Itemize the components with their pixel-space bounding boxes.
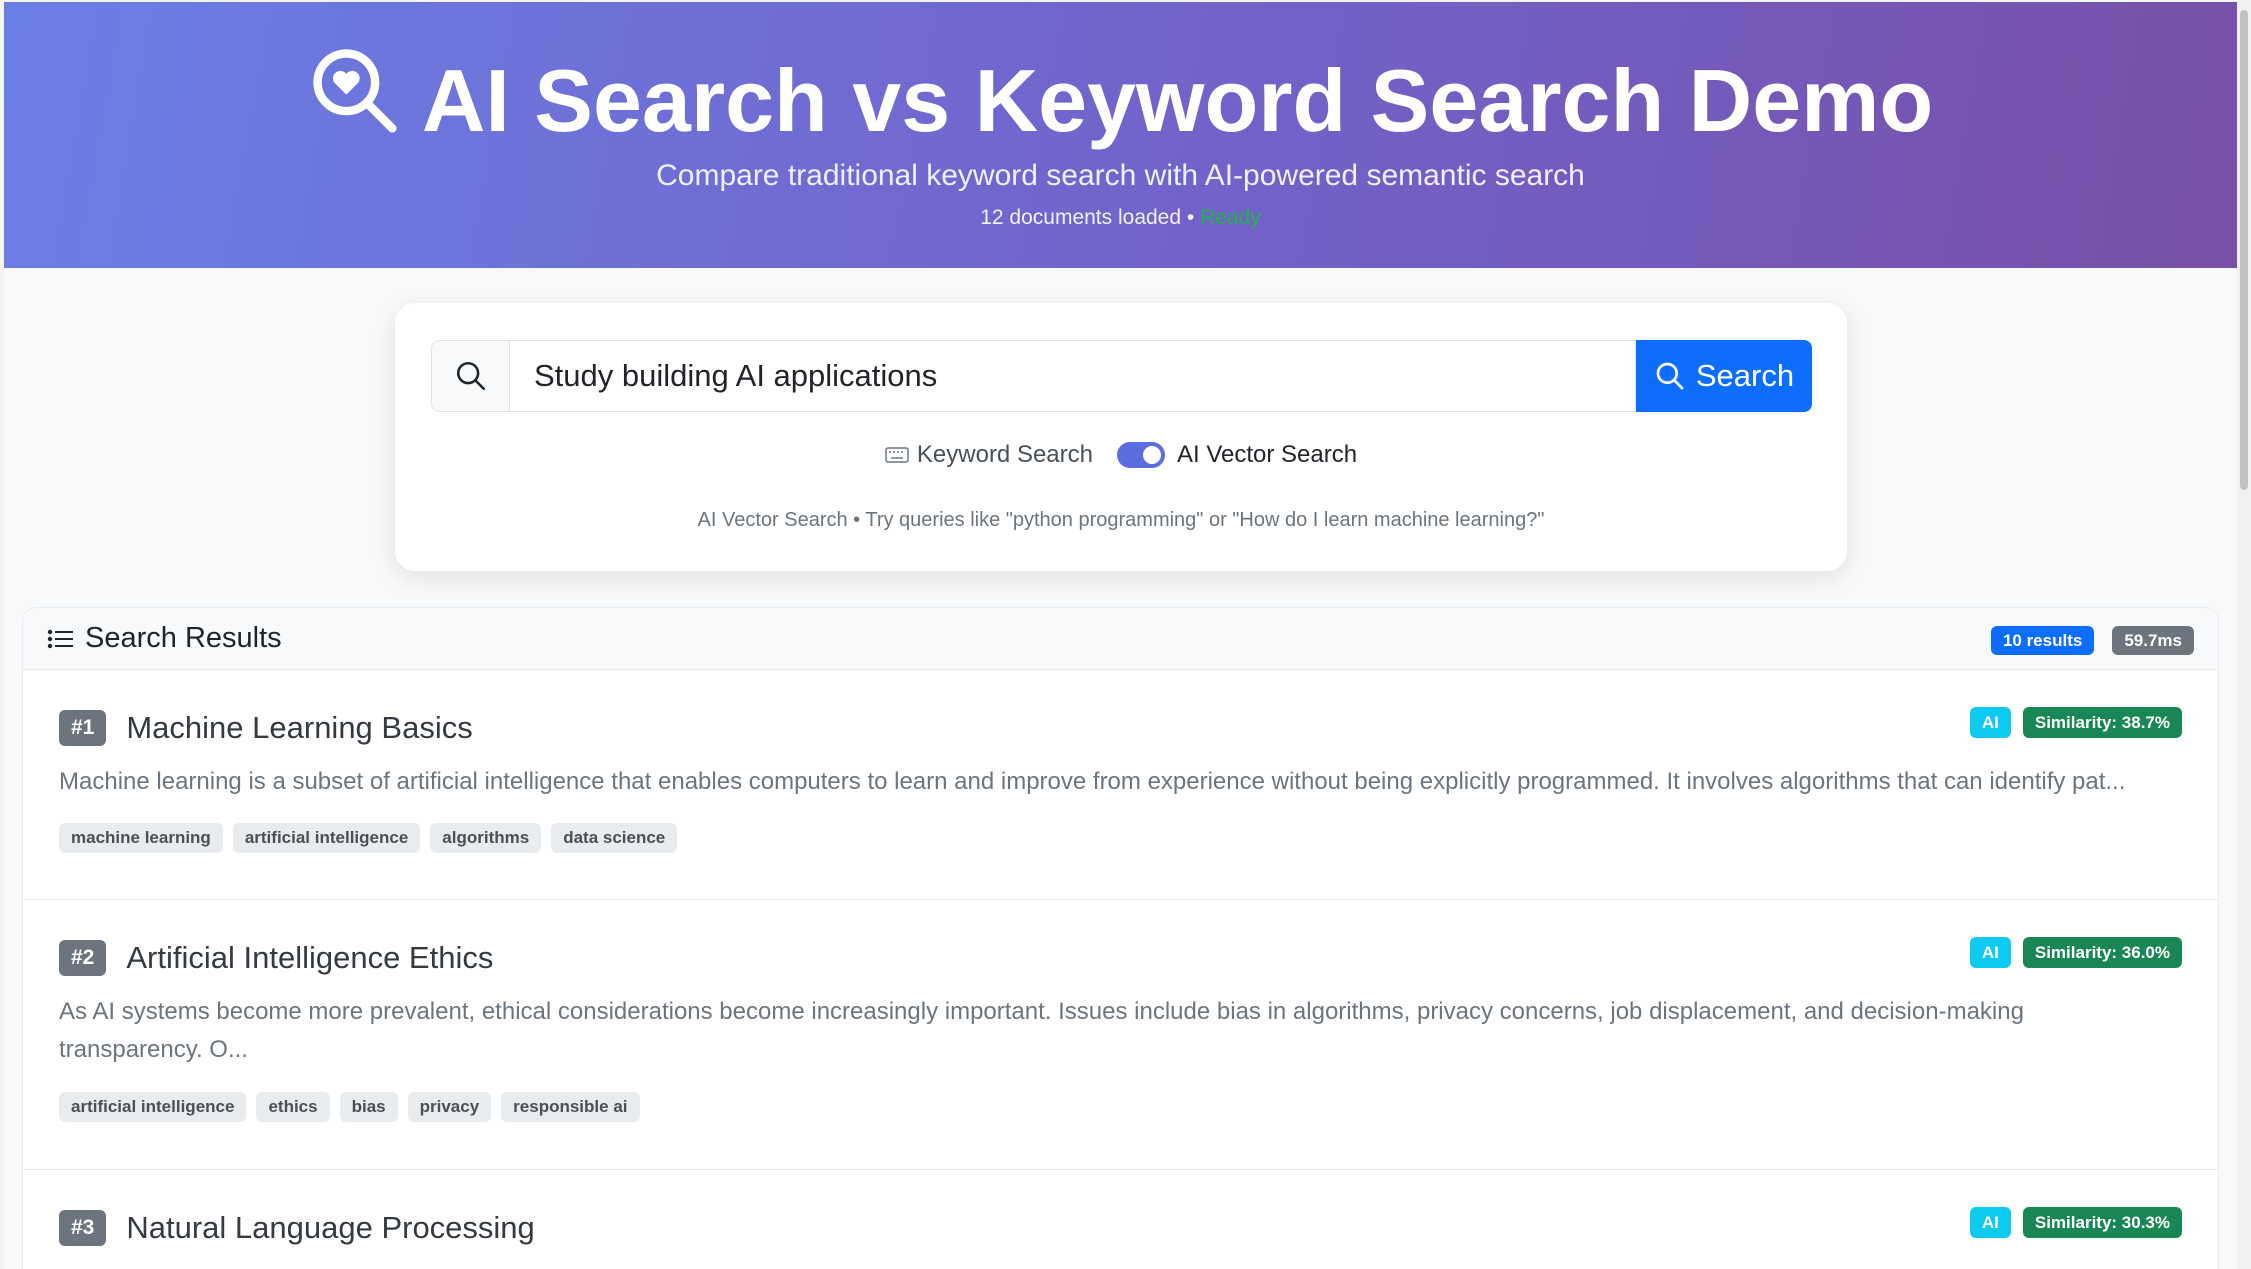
page: AI Search vs Keyword Search Demo Compare…	[4, 2, 2237, 1269]
search-input[interactable]	[509, 340, 1636, 412]
search-bar: Search	[431, 340, 1812, 412]
result-title[interactable]: Artificial Intelligence Ethics	[126, 940, 493, 976]
result-badges: AI Similarity: 30.3%	[1969, 1207, 2182, 1238]
keyword-search-text: Keyword Search	[916, 441, 1093, 468]
search-results-panel: Search Results 10 results 59.7ms #1 Mach…	[22, 607, 2219, 1269]
search-mode-toggle: Keyword Search AI Vector Search	[395, 441, 1847, 469]
result-item[interactable]: #3 Natural Language Processing AI Simila…	[23, 1170, 2218, 1269]
search-button-label: Search	[1695, 358, 1795, 393]
result-header: #3 Natural Language Processing	[59, 1210, 535, 1246]
ai-toggle-switch[interactable]	[1117, 442, 1165, 468]
rank-badge: #3	[59, 1210, 107, 1246]
search-card: Search Keyword Search AI Vector Search A…	[395, 303, 1847, 571]
status-ready: Ready	[1200, 206, 1261, 229]
page-title: AI Search vs Keyword Search Demo	[4, 44, 2237, 157]
documents-loaded: 12 documents loaded •	[980, 206, 1195, 229]
result-badges: AI Similarity: 36.0%	[1969, 937, 2182, 968]
result-item[interactable]: #1 Machine Learning Basics AI Similarity…	[23, 670, 2218, 900]
tag: responsible ai	[501, 1092, 640, 1122]
scrollbar[interactable]	[2237, 0, 2251, 1269]
similarity-badge: Similarity: 36.0%	[2022, 937, 2182, 968]
result-tags: artificial intelligence ethics bias priv…	[59, 1092, 640, 1122]
results-header: Search Results 10 results 59.7ms	[23, 608, 2218, 670]
search-button-icon	[1656, 362, 1684, 390]
ai-badge: AI	[1969, 707, 2011, 738]
keyboard-icon	[885, 447, 909, 463]
result-description: As AI systems become more prevalent, eth…	[59, 998, 2024, 1063]
ai-vector-search-label[interactable]: AI Vector Search	[1177, 441, 1357, 469]
result-header: #2 Artificial Intelligence Ethics	[59, 940, 493, 976]
result-tags: machine learning artificial intelligence…	[59, 823, 678, 853]
search-heart-icon	[308, 44, 400, 157]
search-time-badge: 59.7ms	[2112, 626, 2194, 655]
tag: algorithms	[430, 823, 542, 853]
similarity-badge: Similarity: 38.7%	[2022, 707, 2182, 738]
search-hint: AI Vector Search • Try queries like "pyt…	[697, 509, 1545, 531]
ai-badge: AI	[1969, 937, 2011, 968]
rank-badge: #1	[59, 710, 107, 746]
ai-badge: AI	[1969, 1207, 2011, 1238]
status-line: 12 documents loaded • Ready	[4, 206, 2237, 230]
keyword-search-label[interactable]: Keyword Search	[885, 441, 1093, 469]
hero-header: AI Search vs Keyword Search Demo Compare…	[4, 2, 2237, 268]
result-badges: AI Similarity: 38.7%	[1969, 707, 2182, 738]
list-icon	[47, 629, 73, 648]
similarity-badge: Similarity: 30.3%	[2022, 1207, 2182, 1238]
tag: artificial intelligence	[59, 1092, 247, 1122]
tag: data science	[551, 823, 678, 853]
result-description: Machine learning is a subset of artifici…	[59, 768, 2126, 795]
tag: artificial intelligence	[232, 823, 421, 853]
search-icon	[431, 340, 509, 412]
result-title[interactable]: Natural Language Processing	[126, 1210, 534, 1246]
rank-badge: #2	[59, 940, 107, 976]
results-meta: 10 results 59.7ms	[1990, 626, 2194, 655]
search-button[interactable]: Search	[1636, 340, 1812, 412]
tag: machine learning	[59, 823, 223, 853]
page-title-text: AI Search vs Keyword Search Demo	[421, 50, 1934, 150]
scrollbar-thumb[interactable]	[2240, 10, 2248, 490]
results-count-badge: 10 results	[1990, 626, 2095, 655]
tag: privacy	[407, 1092, 492, 1122]
tag: bias	[339, 1092, 398, 1122]
result-title[interactable]: Machine Learning Basics	[126, 710, 472, 746]
result-header: #1 Machine Learning Basics	[59, 710, 473, 746]
results-title: Search Results	[85, 622, 282, 654]
tag: ethics	[256, 1092, 330, 1122]
page-subtitle: Compare traditional keyword search with …	[656, 159, 1585, 192]
result-item[interactable]: #2 Artificial Intelligence Ethics AI Sim…	[23, 900, 2218, 1170]
